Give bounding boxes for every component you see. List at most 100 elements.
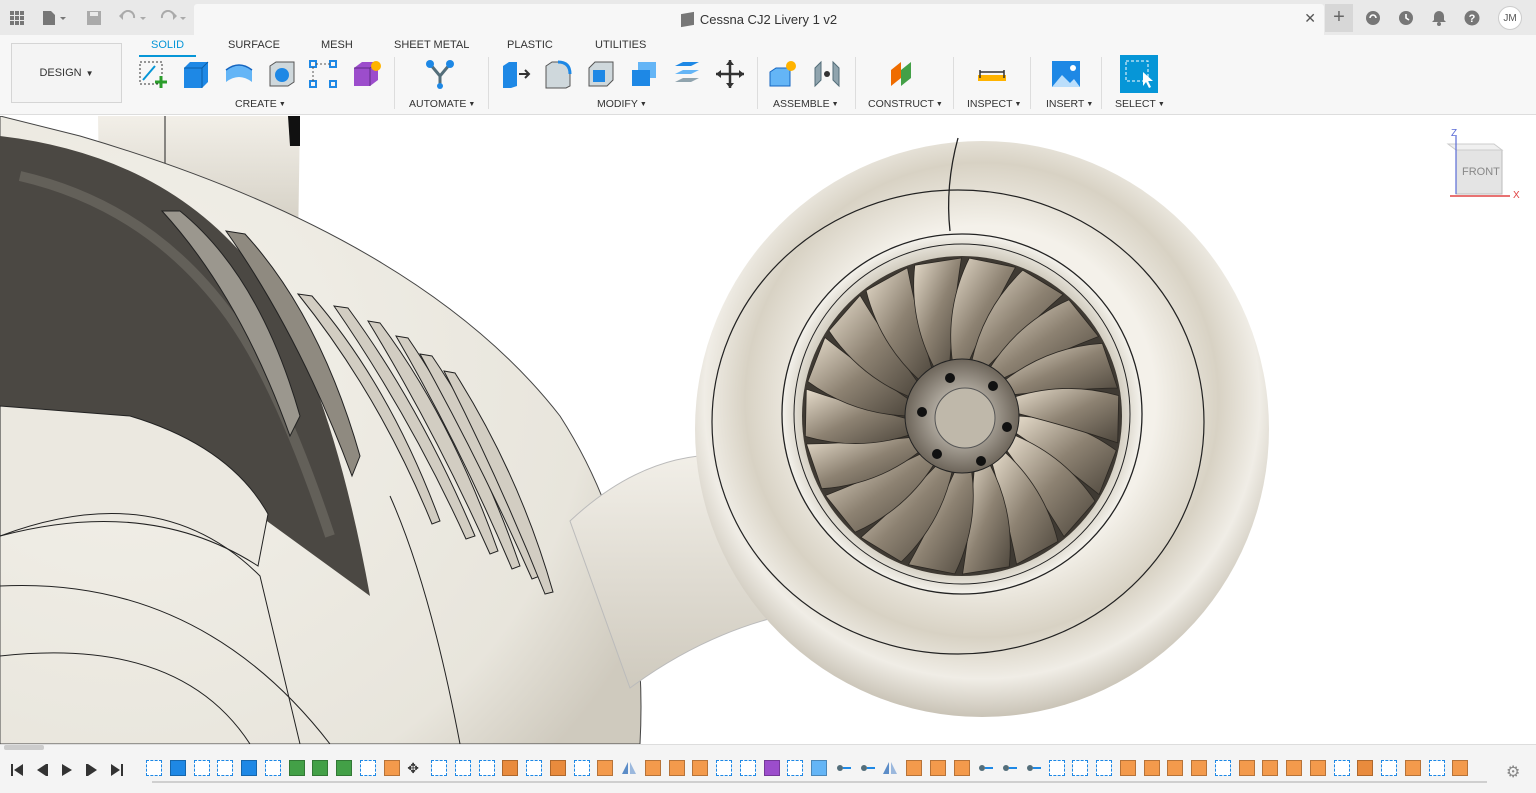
timeline-feature-mirror-icon[interactable] xyxy=(882,760,898,776)
timeline-feature-hole-icon[interactable] xyxy=(1119,760,1136,776)
timeline-feature-sketch-icon[interactable] xyxy=(1214,760,1231,776)
tab-sheet-metal[interactable]: SHEET METAL xyxy=(394,37,469,57)
timeline-feature-form-icon[interactable] xyxy=(763,760,780,776)
undo-icon[interactable] xyxy=(116,0,150,35)
help-icon[interactable]: ? xyxy=(1461,0,1483,35)
fillet-icon[interactable] xyxy=(541,57,575,91)
tab-utilities[interactable]: UTILITIES xyxy=(595,37,646,57)
timeline-feature-pattern-icon[interactable] xyxy=(1191,760,1207,776)
timeline-feature-fillet-icon[interactable] xyxy=(383,760,400,776)
timeline-feature-sketch-icon[interactable] xyxy=(526,760,542,776)
timeline-feature-sketch-icon[interactable] xyxy=(454,760,471,776)
combine-icon[interactable] xyxy=(627,57,661,91)
timeline-feature-extrude-icon[interactable] xyxy=(241,760,257,776)
timeline-track[interactable] xyxy=(152,781,1487,783)
app-grid-icon[interactable] xyxy=(6,0,28,35)
canvas-viewport[interactable]: FRONT Z X xyxy=(0,116,1536,744)
timeline-feature-sketch-icon[interactable] xyxy=(217,760,234,776)
play-icon[interactable] xyxy=(60,763,74,780)
tab-plastic[interactable]: PLASTIC xyxy=(507,37,553,57)
timeline-feature-combine-icon[interactable] xyxy=(549,760,566,776)
timeline-feature-plane-icon[interactable] xyxy=(288,760,305,776)
timeline-feature-hole-icon[interactable] xyxy=(1238,760,1255,776)
close-tab-icon[interactable]: ✕ xyxy=(1304,10,1316,27)
modify-menu[interactable]: MODIFY ▼ xyxy=(597,98,647,110)
pattern-icon[interactable] xyxy=(306,57,340,91)
timeline-feature-sketch-icon[interactable] xyxy=(1096,760,1112,776)
timeline-feature-sketch-icon[interactable] xyxy=(146,760,162,776)
timeline-feature-extrude-icon[interactable] xyxy=(169,760,186,776)
timeline-feature-joint-icon[interactable] xyxy=(1025,760,1041,776)
automate-icon[interactable] xyxy=(423,57,457,91)
insert-image-icon[interactable] xyxy=(1049,57,1083,91)
timeline-feature-fillet-icon[interactable] xyxy=(1286,760,1302,776)
press-pull-icon[interactable] xyxy=(498,57,532,91)
timeline-feature-offset-icon[interactable] xyxy=(811,760,827,776)
timeline-feature-sketch-icon[interactable] xyxy=(478,760,495,776)
job-status-icon[interactable] xyxy=(1395,0,1417,35)
step-forward-icon[interactable] xyxy=(85,763,99,780)
file-icon[interactable] xyxy=(38,0,70,35)
timeline-feature-fillet-icon[interactable] xyxy=(644,760,661,776)
tab-mesh[interactable]: MESH xyxy=(321,37,353,57)
timeline-feature-fillet-icon[interactable] xyxy=(1143,760,1160,776)
viewcube-face-label[interactable]: FRONT xyxy=(1462,166,1500,178)
revolve-icon[interactable] xyxy=(222,57,256,91)
create-form-icon[interactable] xyxy=(349,57,383,91)
measure-icon[interactable] xyxy=(975,57,1009,91)
timeline-feature-plane-icon[interactable] xyxy=(336,760,352,776)
timeline-feature-fillet-icon[interactable] xyxy=(929,760,946,776)
shell-icon[interactable] xyxy=(584,57,618,91)
timeline-feature-fillet-icon[interactable] xyxy=(668,760,685,776)
tab-solid[interactable]: SOLID xyxy=(151,37,184,57)
workspace-switcher[interactable]: DESIGN ▼ xyxy=(11,43,122,103)
timeline-feature-sketch-icon[interactable] xyxy=(716,760,732,776)
timeline-feature-fillet-icon[interactable] xyxy=(1167,760,1184,776)
timeline-feature-joint-icon[interactable] xyxy=(977,760,994,776)
extrude-icon[interactable] xyxy=(179,57,213,91)
create-sketch-icon[interactable] xyxy=(136,57,170,91)
move-copy-icon[interactable] xyxy=(713,57,747,91)
extensions-icon[interactable] xyxy=(1362,0,1384,35)
timeline-feature-sketch-icon[interactable] xyxy=(193,760,210,776)
construct-menu[interactable]: CONSTRUCT ▼ xyxy=(868,98,943,110)
timeline-feature-sketch-icon[interactable] xyxy=(787,760,804,776)
timeline-feature-hole-icon[interactable] xyxy=(597,760,614,776)
automate-menu[interactable]: AUTOMATE ▼ xyxy=(409,98,475,110)
timeline-feature-sketch-icon[interactable] xyxy=(1072,760,1089,776)
offset-face-icon[interactable] xyxy=(670,57,704,91)
save-icon[interactable] xyxy=(84,0,104,35)
timeline-feature-plane-icon[interactable] xyxy=(312,760,329,776)
timeline-feature-sketch-icon[interactable] xyxy=(1381,760,1397,776)
timeline-feature-shell-icon[interactable] xyxy=(1262,760,1279,776)
timeline-feature-sketch-icon[interactable] xyxy=(573,760,590,776)
timeline-feature-joint-icon[interactable] xyxy=(835,760,851,776)
new-tab-button[interactable]: + xyxy=(1325,4,1353,32)
timeline-feature-move-icon[interactable]: ✥ xyxy=(407,760,423,776)
select-menu[interactable]: SELECT ▼ xyxy=(1115,98,1165,110)
timeline-feature-fillet-icon[interactable] xyxy=(1309,760,1326,776)
assemble-menu[interactable]: ASSEMBLE ▼ xyxy=(773,98,839,110)
joint-icon[interactable] xyxy=(810,57,844,91)
new-component-icon[interactable] xyxy=(766,57,800,91)
timeline-feature-hole-icon[interactable] xyxy=(1404,760,1421,776)
timeline-settings-icon[interactable]: ⚙ xyxy=(1506,762,1520,782)
canvas-scrollbar[interactable] xyxy=(4,745,44,750)
timeline-feature-combine-icon[interactable] xyxy=(502,760,519,776)
timeline-feature-sketch-icon[interactable] xyxy=(1048,760,1065,776)
insert-menu[interactable]: INSERT ▼ xyxy=(1046,98,1093,110)
inspect-menu[interactable]: INSPECT ▼ xyxy=(967,98,1021,110)
hole-icon[interactable] xyxy=(265,57,299,91)
create-menu[interactable]: CREATE ▼ xyxy=(235,98,286,110)
timeline-feature-sketch-icon[interactable] xyxy=(431,760,447,776)
redo-icon[interactable] xyxy=(156,0,190,35)
timeline-feature-pattern-icon[interactable] xyxy=(953,760,970,776)
timeline-feature-sketch-icon[interactable] xyxy=(264,760,281,776)
timeline-feature-joint-icon[interactable] xyxy=(1001,760,1017,776)
notifications-icon[interactable] xyxy=(1428,0,1450,35)
timeline-feature-pattern-icon[interactable] xyxy=(1452,760,1469,776)
offset-plane-icon[interactable] xyxy=(886,57,920,91)
user-avatar[interactable]: JM xyxy=(1498,6,1522,30)
timeline-feature-pattern-icon[interactable] xyxy=(692,760,709,776)
timeline-feature-combine-icon[interactable] xyxy=(1357,760,1374,776)
